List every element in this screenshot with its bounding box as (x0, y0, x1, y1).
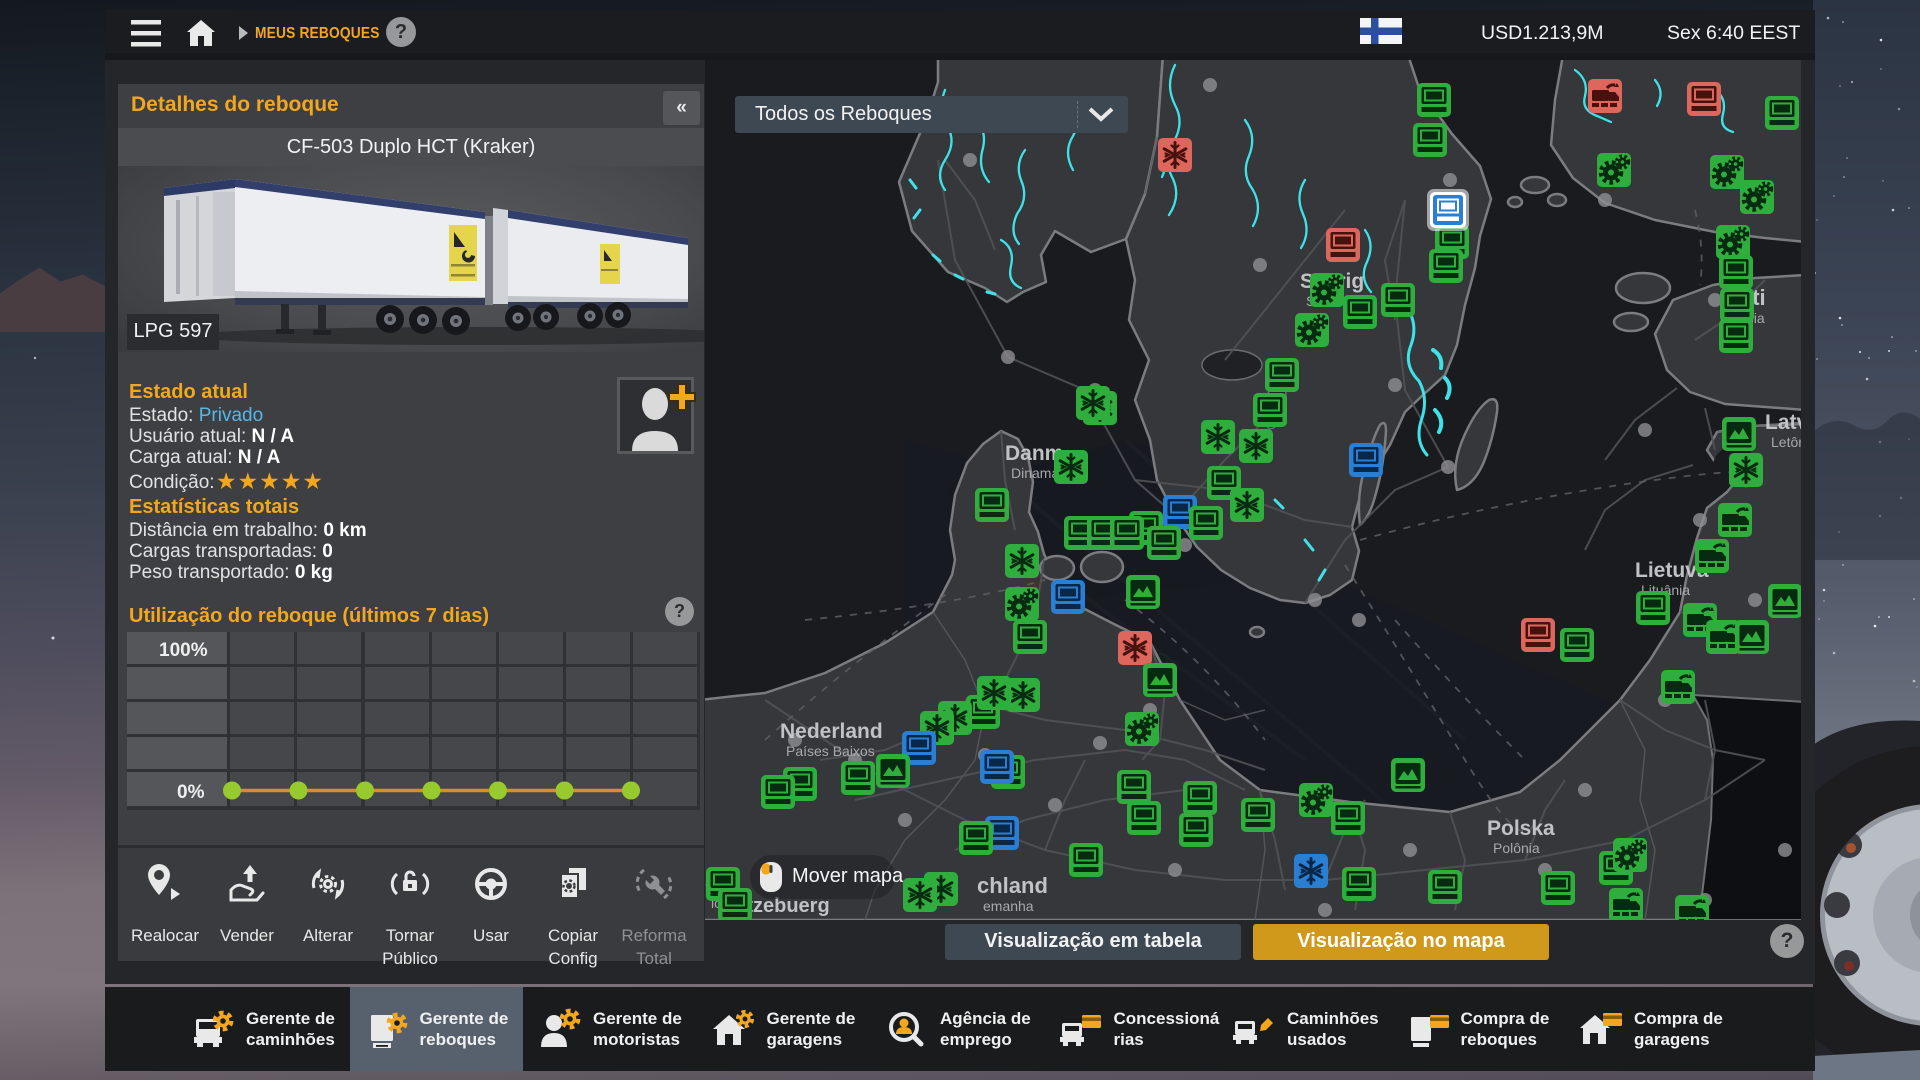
svg-text:Letôni: Letôni (1771, 434, 1801, 450)
svg-text:Países Baixos: Países Baixos (786, 743, 875, 759)
svg-text:emanha: emanha (983, 898, 1034, 914)
svg-text:Nederland: Nederland (780, 720, 883, 743)
svg-text:Dinama: Dinama (1011, 465, 1059, 481)
svg-text:Polska: Polska (1487, 817, 1555, 840)
svg-text:Latvij: Latvij (1765, 411, 1801, 434)
svg-text:chland: chland (977, 873, 1048, 898)
svg-text:Polônia: Polônia (1493, 840, 1540, 856)
